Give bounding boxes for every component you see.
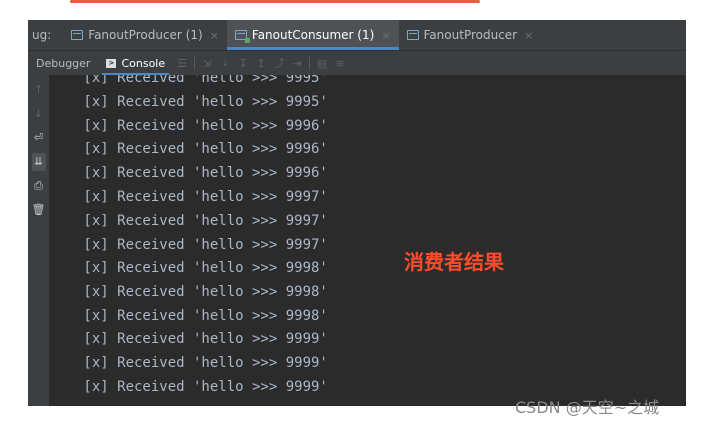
evaluate-expression-icon[interactable]: ▤ [313, 57, 331, 70]
menu-icon[interactable]: ☰ [173, 57, 191, 70]
top-strip [0, 0, 703, 20]
console-line: [x] Received 'hello >>> 9998' [75, 308, 328, 324]
console-line: [x] Received 'hello >>> 9997' [75, 189, 328, 205]
run-to-cursor-icon[interactable]: ⇥ [288, 57, 306, 70]
tab-label: FanoutProducer (1) [88, 28, 203, 42]
console-line: [x] Received 'hello >>> 9996' [75, 141, 328, 157]
toolbar-divider [194, 56, 196, 70]
annotation-consumer-result: 消费者结果 [404, 250, 504, 274]
console-label: Console [121, 56, 166, 70]
debug-toolbar: Debugger > Console ☰ ⇲ ⤓ ↧ ↥ ⤴ ⇥ ▤ ≋ [28, 51, 686, 75]
step-into-icon[interactable]: ↧ [234, 57, 252, 70]
console-line: [x] Received 'hello >>> 9996' [75, 118, 328, 134]
trash-icon[interactable]: 🗑 [32, 201, 46, 219]
console-icon: > [106, 58, 117, 68]
close-icon[interactable]: × [524, 29, 533, 42]
console-line: [x] Received 'hello >>> 9998' [75, 284, 328, 300]
soft-wrap-icon[interactable]: ⏎ [32, 129, 46, 147]
console-line: [x] Received 'hello >>> 9997' [75, 213, 328, 229]
tab-label: FanoutProducer [423, 28, 518, 42]
ide-debug-window: ug: FanoutProducer (1) × FanoutConsumer … [28, 20, 686, 406]
show-execution-point-icon[interactable]: ⇲ [198, 57, 216, 70]
tab-debugger[interactable]: Debugger [28, 51, 98, 75]
scroll-to-end-icon[interactable]: ⇊ [31, 153, 46, 171]
console-line: [x] Received 'hello >>> 9995' [75, 94, 328, 110]
console-line: [x] Received 'hello >>> 9996' [75, 165, 328, 181]
trace-icon[interactable]: ≋ [331, 57, 349, 70]
step-out-icon[interactable]: ↥ [252, 57, 270, 70]
tab-label: FanoutConsumer (1) [251, 28, 375, 42]
step-over-icon[interactable]: ⤓ [216, 56, 234, 70]
console-line: [x] Received 'hello >>> 9997' [75, 237, 328, 253]
close-icon[interactable]: × [381, 29, 390, 42]
tab-fanout-consumer-1[interactable]: FanoutConsumer (1) × [226, 20, 399, 50]
console-line: [x] Received 'hello >>> 9999' [75, 355, 328, 371]
drop-frame-icon[interactable]: ⤴ [270, 55, 288, 71]
debugger-label: Debugger [36, 56, 91, 70]
tab-console[interactable]: > Console [98, 51, 173, 75]
run-tab-bar: ug: FanoutProducer (1) × FanoutConsumer … [28, 20, 686, 51]
console-line: [x] Received 'hello >>> 9998' [75, 260, 328, 276]
console-output[interactable]: [x] Received 'hello >>> 9995' [x] Receiv… [49, 75, 686, 406]
print-icon[interactable]: ⎙ [32, 177, 46, 195]
top-highlight-bar [70, 0, 480, 3]
close-icon[interactable]: × [210, 29, 219, 42]
run-config-icon [234, 30, 250, 43]
debug-label: ug: [32, 28, 52, 42]
console-line: [x] Received 'hello >>> 9995' [75, 75, 328, 86]
console-line: [x] Received 'hello >>> 9999' [75, 379, 328, 395]
tab-fanout-producer[interactable]: FanoutProducer × [399, 20, 542, 50]
tab-fanout-producer-1[interactable]: FanoutProducer (1) × [63, 20, 227, 50]
run-config-icon [406, 30, 419, 40]
watermark: CSDN @天空~之城 [515, 398, 660, 417]
console-line: [x] Received 'hello >>> 9999' [75, 331, 328, 347]
up-arrow-icon[interactable]: ↑ [32, 81, 46, 99]
down-arrow-icon[interactable]: ↓ [32, 105, 46, 123]
run-config-icon [71, 30, 84, 40]
console-side-toolbar: ↑ ↓ ⏎ ⇊ ⎙ 🗑 [28, 75, 49, 406]
toolbar-divider [309, 56, 311, 70]
